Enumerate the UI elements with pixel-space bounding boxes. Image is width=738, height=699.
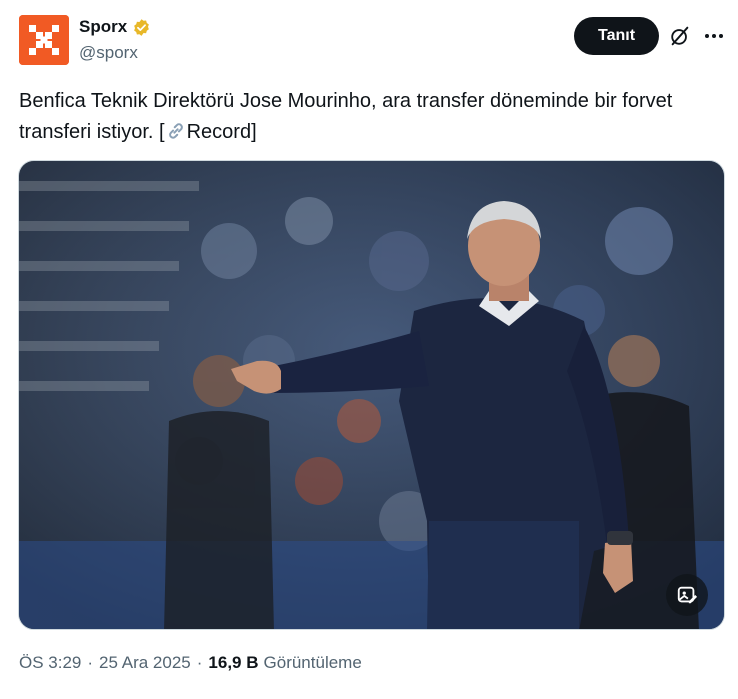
- avatar[interactable]: [19, 15, 69, 65]
- grok-icon[interactable]: [669, 25, 691, 47]
- link-icon: [165, 120, 187, 140]
- image-edit-icon: [677, 586, 698, 604]
- views-count: 16,9 B: [208, 653, 259, 672]
- more-options-icon[interactable]: [703, 26, 725, 46]
- tweet-date[interactable]: 25 Ara 2025: [99, 653, 191, 673]
- verified-badge-icon[interactable]: [132, 18, 151, 37]
- tweet-text-end: ]: [251, 121, 257, 143]
- author-name-row[interactable]: Sporx: [79, 17, 151, 37]
- photo-image: [19, 161, 724, 629]
- follow-button[interactable]: Tanıt: [574, 17, 659, 55]
- tweet-time[interactable]: ÖS 3:29: [19, 653, 81, 673]
- views-label: Görüntüleme: [263, 653, 362, 672]
- author-handle[interactable]: @sporx: [79, 43, 138, 63]
- sporx-logo-icon: [19, 15, 69, 65]
- tweet-photo[interactable]: [18, 160, 725, 630]
- link-text[interactable]: Record: [187, 121, 251, 143]
- image-edit-button[interactable]: [666, 574, 708, 616]
- author-display-name[interactable]: Sporx: [79, 17, 127, 37]
- tweet-meta: ÖS 3:29 · 25 Ara 2025 · 16,9 B Görüntüle…: [19, 653, 362, 673]
- meta-separator: ·: [87, 653, 94, 672]
- meta-separator: ·: [196, 653, 203, 672]
- tweet-text: Benfica Teknik Direktörü Jose Mourinho, …: [19, 86, 709, 148]
- tweet-text-main: Benfica Teknik Direktörü Jose Mourinho, …: [19, 90, 673, 143]
